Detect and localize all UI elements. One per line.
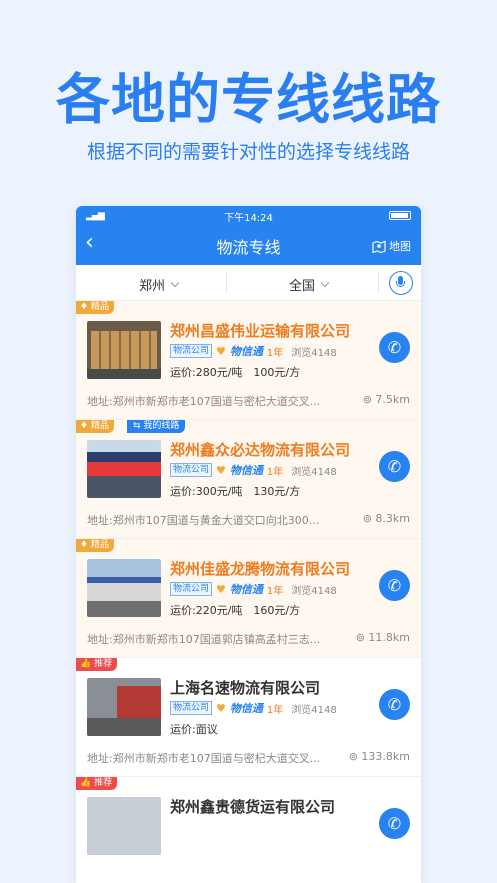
call-button[interactable]: ✆ — [379, 808, 410, 839]
company-name[interactable]: 郑州昌盛伟业运输有限公司 — [170, 320, 350, 341]
region-filter-label: 全国 — [289, 279, 316, 294]
company-name[interactable]: 郑州佳盛龙腾物流有限公司 — [170, 558, 350, 579]
phone-icon: ✆ — [387, 338, 402, 357]
freight-price: 运价:300元/吨 130元/方 — [170, 485, 301, 498]
listing-card[interactable]: ♦ 精品 郑州佳盛龙腾物流有限公司 物流公司 ♥ 物信通 1年 浏览4148 运… — [76, 539, 421, 658]
voice-search-button[interactable] — [389, 271, 413, 295]
membership-years: 1年 — [266, 704, 284, 716]
company-type-tag: 物流公司 — [170, 582, 213, 596]
page-title: 物流专线 — [216, 238, 281, 257]
map-label: 地图 — [389, 240, 411, 253]
map-icon — [372, 240, 386, 253]
featured-badge: ♦ 精品 — [76, 539, 114, 552]
phone-icon: ✆ — [387, 814, 402, 833]
company-photo — [87, 678, 161, 736]
company-photo — [87, 797, 161, 855]
hero-title: 各地的专线线路 — [56, 68, 441, 131]
listing-list: ♦ 精品 郑州昌盛伟业运输有限公司 物流公司 ♥ 物信通 1年 浏览4148 运… — [76, 301, 421, 883]
company-tags: 物流公司 ♥ 物信通 1年 浏览4148 — [170, 581, 337, 597]
my-route-badge: ⇆ 我的线路 — [127, 420, 186, 433]
company-name[interactable]: 郑州鑫贵德货运有限公司 — [170, 796, 335, 817]
company-photo — [87, 321, 161, 379]
call-button[interactable]: ✆ — [379, 570, 410, 601]
phone-icon: ✆ — [387, 576, 402, 595]
company-name[interactable]: 郑州鑫众必达物流有限公司 — [170, 439, 350, 460]
freight-price: 运价:面议 — [170, 723, 218, 736]
certification-label: 物信通 — [229, 702, 263, 715]
freight-price: 运价:220元/吨 160元/方 — [170, 604, 301, 617]
address: 地址:郑州市107国道与黄金大道交口向北300... — [87, 514, 320, 527]
company-tags: 物流公司 ♥ 物信通 1年 浏览4148 — [170, 462, 337, 478]
phone-icon: ✆ — [387, 695, 402, 714]
view-count: 浏览4148 — [291, 466, 337, 478]
city-filter-label: 郑州 — [139, 279, 166, 294]
map-button[interactable]: 地图 — [372, 238, 411, 254]
freight-price: 运价:280元/吨 100元/方 — [170, 366, 301, 379]
filter-bar: 郑州 全国 — [76, 265, 421, 301]
distance: ⊚ 7.5km — [362, 393, 410, 406]
chevron-down-icon — [170, 278, 180, 287]
phone-icon: ✆ — [387, 457, 402, 476]
address: 地址:郑州市新郑市老107国道与密杞大道交叉... — [87, 395, 321, 408]
battery-icon — [389, 211, 411, 220]
featured-badge: ♦ 精品 — [76, 301, 114, 314]
phone-screen: ▂▄▆ 下午14:24 ‹ 物流专线 地图 郑州 全国 ♦ 精品 郑州昌盛伟业运… — [76, 206, 421, 883]
company-photo — [87, 440, 161, 498]
certification-label: 物信通 — [229, 345, 263, 358]
verified-icon: ♥ — [216, 701, 226, 715]
region-filter[interactable]: 全国 — [289, 275, 330, 294]
listing-card[interactable]: 👍 推荐 上海名速物流有限公司 物流公司 ♥ 物信通 1年 浏览4148 运价:… — [76, 658, 421, 777]
recommend-badge: 👍 推荐 — [76, 777, 118, 790]
address: 地址:郑州市新郑市老107国道与密杞大道交叉... — [87, 752, 321, 765]
company-name[interactable]: 上海名速物流有限公司 — [170, 677, 320, 698]
listing-card[interactable]: ♦ 精品 郑州昌盛伟业运输有限公司 物流公司 ♥ 物信通 1年 浏览4148 运… — [76, 301, 421, 420]
status-time: 下午14:24 — [224, 213, 273, 224]
company-type-tag: 物流公司 — [170, 463, 213, 477]
view-count: 浏览4148 — [291, 704, 337, 716]
distance: ⊚ 11.8km — [355, 631, 410, 644]
certification-label: 物信通 — [229, 583, 263, 596]
featured-badge: ♦ 精品 — [76, 420, 114, 433]
recommend-badge: 👍 推荐 — [76, 658, 118, 671]
verified-icon: ♥ — [216, 463, 226, 477]
city-filter[interactable]: 郑州 — [139, 275, 180, 294]
company-tags: 物流公司 ♥ 物信通 1年 浏览4148 — [170, 343, 337, 359]
membership-years: 1年 — [266, 347, 284, 359]
hero-subtitle: 根据不同的需要针对性的选择专线线路 — [86, 141, 410, 163]
membership-years: 1年 — [266, 585, 284, 597]
verified-icon: ♥ — [216, 582, 226, 596]
call-button[interactable]: ✆ — [379, 332, 410, 363]
address: 地址:郑州市新郑市107国道郭店镇高孟村三志... — [87, 633, 321, 646]
distance: ⊚ 133.8km — [348, 750, 410, 763]
verified-icon: ♥ — [216, 344, 226, 358]
view-count: 浏览4148 — [291, 585, 337, 597]
view-count: 浏览4148 — [291, 347, 337, 359]
company-tags: 物流公司 ♥ 物信通 1年 浏览4148 — [170, 700, 337, 716]
call-button[interactable]: ✆ — [379, 451, 410, 482]
membership-years: 1年 — [266, 466, 284, 478]
listing-card[interactable]: 👍 推荐 郑州鑫贵德货运有限公司 ✆ — [76, 777, 421, 883]
divider — [226, 273, 227, 293]
certification-label: 物信通 — [229, 464, 263, 477]
company-photo — [87, 559, 161, 617]
call-button[interactable]: ✆ — [379, 689, 410, 720]
company-type-tag: 物流公司 — [170, 701, 213, 715]
divider — [378, 273, 379, 293]
listing-card[interactable]: ♦ 精品 ⇆ 我的线路 郑州鑫众必达物流有限公司 物流公司 ♥ 物信通 1年 浏… — [76, 420, 421, 539]
chevron-down-icon — [320, 278, 330, 287]
navbar: ▂▄▆ 下午14:24 ‹ 物流专线 地图 — [76, 206, 421, 265]
company-type-tag: 物流公司 — [170, 344, 213, 358]
distance: ⊚ 8.3km — [362, 512, 410, 525]
